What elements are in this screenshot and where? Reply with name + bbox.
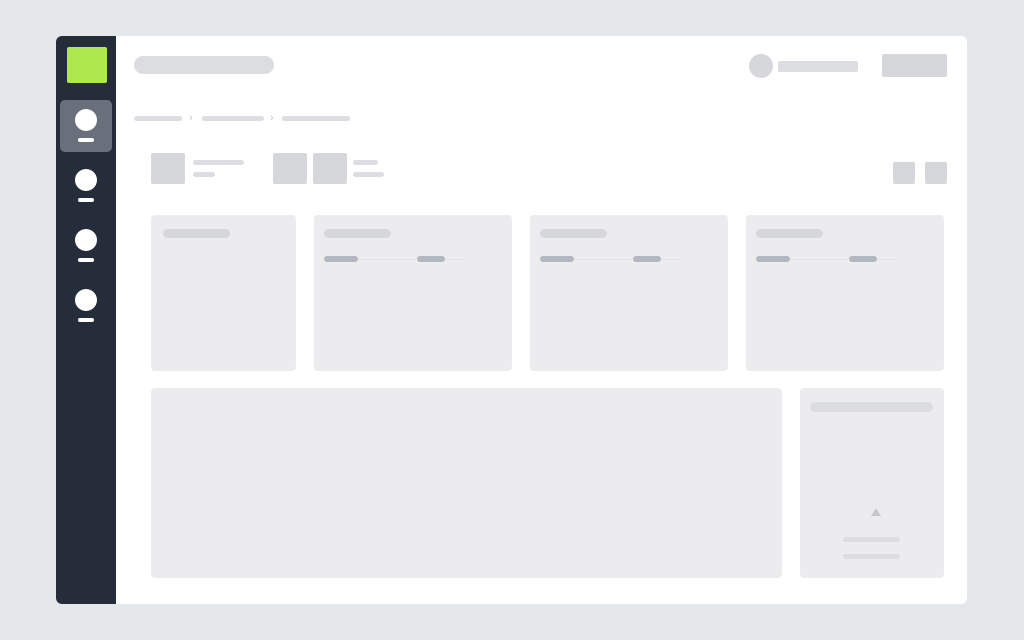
triangle-up-icon	[871, 508, 881, 516]
divider	[574, 259, 632, 260]
sidebar	[56, 36, 116, 604]
breadcrumb-item-3[interactable]	[282, 116, 350, 121]
filter-label-1	[193, 160, 244, 165]
card-title	[756, 229, 823, 238]
stat-card-2[interactable]	[314, 215, 512, 371]
view-toggle-icon[interactable]	[925, 162, 947, 184]
stat-card-3[interactable]	[530, 215, 728, 371]
sidebar-item-label	[78, 198, 94, 202]
stat-value	[324, 256, 358, 262]
header-action-button[interactable]	[882, 54, 947, 77]
filter-sublabel-1	[193, 172, 215, 177]
stat-card-1[interactable]	[151, 215, 296, 371]
stat-value	[849, 256, 877, 262]
stat-value	[756, 256, 790, 262]
filter-label-2	[353, 160, 378, 165]
sidebar-item-3[interactable]	[60, 220, 112, 272]
filter-thumb-3[interactable]	[313, 153, 347, 184]
stat-value	[633, 256, 661, 262]
breadcrumb-item-2[interactable]	[202, 116, 264, 121]
sidebar-item-1[interactable]	[60, 100, 112, 152]
page-title	[134, 56, 274, 74]
circle-icon	[75, 229, 97, 251]
sidebar-item-label	[78, 258, 94, 262]
stat-card-4[interactable]	[746, 215, 944, 371]
circle-icon	[75, 169, 97, 191]
side-panel-line-1	[843, 537, 900, 542]
breadcrumb-item-1[interactable]	[134, 116, 182, 121]
chevron-right-icon: ›	[189, 112, 193, 124]
divider	[661, 259, 681, 260]
circle-icon	[75, 109, 97, 131]
divider	[358, 259, 416, 260]
sidebar-item-4[interactable]	[60, 280, 112, 332]
main-chart-panel	[151, 388, 782, 578]
stat-value	[417, 256, 445, 262]
sidebar-item-label	[78, 318, 94, 322]
chevron-right-icon: ›	[270, 112, 274, 124]
app-window: › ›	[56, 36, 967, 604]
card-title	[540, 229, 607, 238]
logo[interactable]	[67, 47, 107, 83]
stat-value	[540, 256, 574, 262]
side-panel	[800, 388, 944, 578]
filter-thumb-1[interactable]	[151, 153, 185, 184]
user-name	[778, 61, 858, 72]
circle-icon	[75, 289, 97, 311]
side-panel-title	[810, 402, 933, 412]
divider	[877, 259, 897, 260]
divider	[790, 259, 848, 260]
divider	[445, 259, 465, 260]
sidebar-item-label	[78, 138, 94, 142]
filter-sublabel-2	[353, 172, 384, 177]
avatar[interactable]	[749, 54, 773, 78]
card-title	[163, 229, 230, 238]
view-toggle-icon[interactable]	[893, 162, 915, 184]
filter-thumb-2[interactable]	[273, 153, 307, 184]
sidebar-item-2[interactable]	[60, 160, 112, 212]
side-panel-line-2	[843, 554, 900, 559]
card-title	[324, 229, 391, 238]
